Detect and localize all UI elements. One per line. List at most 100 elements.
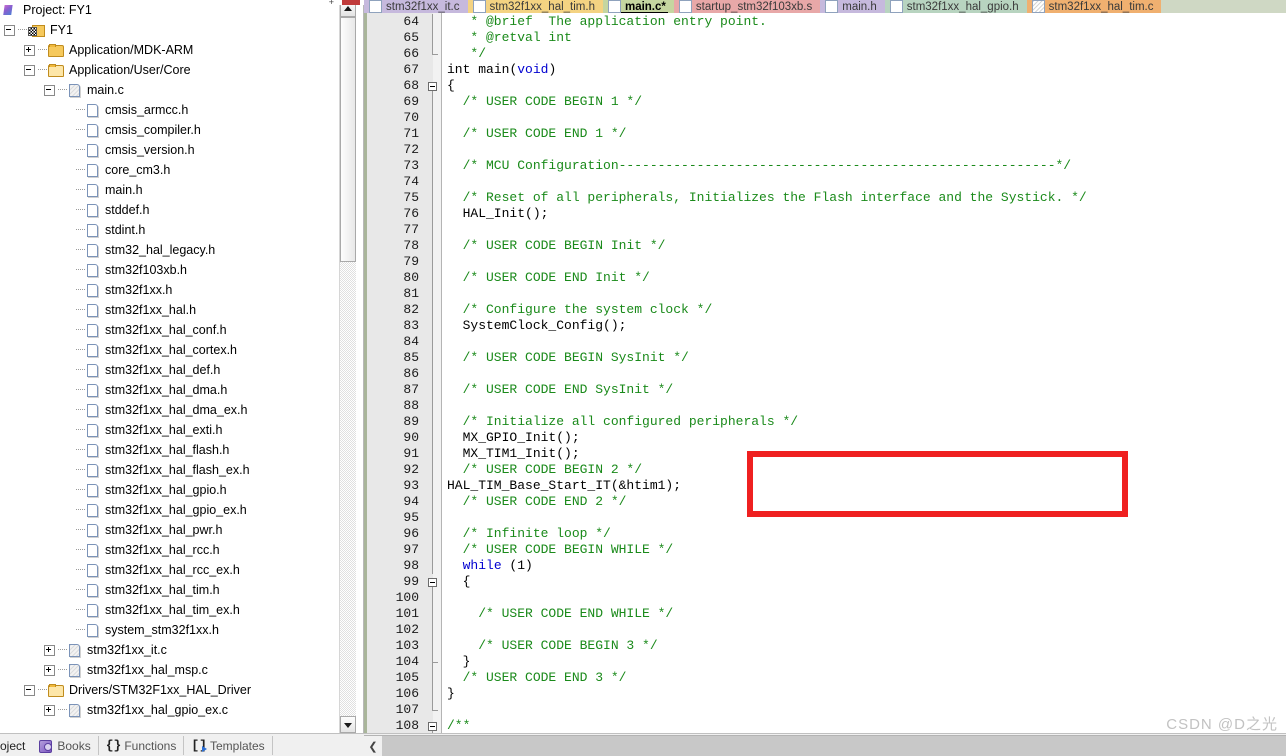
fold-indicator[interactable] <box>423 254 441 270</box>
code-line[interactable]: 71 /* USER CODE END 1 */ <box>367 126 1286 142</box>
tree-item[interactable]: stm32f103xb.h <box>0 260 340 280</box>
code-text[interactable]: * @retval int <box>441 30 1286 46</box>
tree-item[interactable]: stm32f1xx_hal_gpio_ex.h <box>0 500 340 520</box>
fold-indicator[interactable] <box>423 270 441 286</box>
code-text[interactable]: MX_GPIO_Init(); <box>441 430 1286 446</box>
code-line[interactable]: 70 <box>367 110 1286 126</box>
code-line[interactable]: 99 { <box>367 574 1286 590</box>
tree-item[interactable]: stm32f1xx_hal_dma.h <box>0 380 340 400</box>
fold-indicator[interactable] <box>423 222 441 238</box>
code-text[interactable]: MX_TIM1_Init(); <box>441 446 1286 462</box>
code-lines[interactable]: 64 * @brief The application entry point.… <box>367 14 1286 733</box>
document-tab-main-h[interactable]: main.h <box>820 0 885 13</box>
code-text[interactable]: /* Reset of all peripherals, Initializes… <box>441 190 1286 206</box>
panel-tab-oject[interactable]: oject <box>0 736 32 755</box>
code-text[interactable] <box>441 142 1286 158</box>
code-text[interactable]: /* USER CODE BEGIN SysInit */ <box>441 350 1286 366</box>
code-line[interactable]: 78 /* USER CODE BEGIN Init */ <box>367 238 1286 254</box>
tree-item[interactable]: stm32f1xx_hal_pwr.h <box>0 520 340 540</box>
tree-item[interactable]: stm32f1xx_hal.h <box>0 300 340 320</box>
project-vertical-scrollbar[interactable] <box>339 0 356 733</box>
code-line[interactable]: 83 SystemClock_Config(); <box>367 318 1286 334</box>
code-text[interactable]: /* MCU Configuration--------------------… <box>441 158 1286 174</box>
code-text[interactable] <box>441 110 1286 126</box>
code-line[interactable]: 68 { <box>367 78 1286 94</box>
fold-collapse-icon[interactable] <box>428 578 437 587</box>
document-tab-stm32f1xx-hal-gpio-h[interactable]: stm32f1xx_hal_gpio.h <box>884 0 1027 13</box>
fold-indicator[interactable] <box>423 14 441 30</box>
code-line[interactable]: 66 */ <box>367 46 1286 62</box>
fold-indicator[interactable] <box>423 366 441 382</box>
scroll-left-button[interactable]: ❮ <box>364 736 382 756</box>
fold-indicator[interactable] <box>423 174 441 190</box>
panel-tab-functions[interactable]: {} Functions <box>99 736 185 755</box>
fold-indicator[interactable] <box>423 574 441 590</box>
code-line[interactable]: 100 <box>367 590 1286 606</box>
code-line[interactable]: 88 <box>367 398 1286 414</box>
project-panel-tabs[interactable]: oject Books{} Functions[] Templates <box>0 734 273 756</box>
tree-item[interactable]: stm32f1xx_it.c <box>0 640 340 660</box>
code-line[interactable]: 80 /* USER CODE END Init */ <box>367 270 1286 286</box>
code-line[interactable]: 79 <box>367 254 1286 270</box>
code-line[interactable]: 81 <box>367 286 1286 302</box>
collapse-toggle-icon[interactable] <box>24 684 35 696</box>
code-text[interactable]: int main(void) <box>441 62 1286 78</box>
fold-indicator[interactable] <box>423 638 441 654</box>
expand-toggle-icon[interactable] <box>44 664 55 676</box>
fold-collapse-icon[interactable] <box>428 82 437 91</box>
expand-toggle-icon[interactable] <box>44 644 55 656</box>
tree-item[interactable]: stm32f1xx_hal_flash_ex.h <box>0 460 340 480</box>
code-text[interactable]: /* USER CODE END WHILE */ <box>441 606 1286 622</box>
fold-indicator[interactable] <box>423 206 441 222</box>
document-tab-main-c[interactable]: main.c* <box>602 0 674 13</box>
fold-indicator[interactable] <box>423 158 441 174</box>
fold-indicator[interactable] <box>423 478 441 494</box>
code-text[interactable]: /* USER CODE BEGIN 3 */ <box>441 638 1286 654</box>
tree-item[interactable]: stm32f1xx_hal_rcc.h <box>0 540 340 560</box>
code-text[interactable]: /* USER CODE BEGIN WHILE */ <box>441 542 1286 558</box>
code-line[interactable]: 96 /* Infinite loop */ <box>367 526 1286 542</box>
code-line[interactable]: 95 <box>367 510 1286 526</box>
tree-item[interactable]: stdint.h <box>0 220 340 240</box>
code-line[interactable]: 72 <box>367 142 1286 158</box>
code-text[interactable]: /* Infinite loop */ <box>441 526 1286 542</box>
tree-item[interactable]: stm32f1xx_hal_tim.h <box>0 580 340 600</box>
fold-indicator[interactable] <box>423 46 441 62</box>
project-tree[interactable]: Project: FY1 FY1 Application/MDK-ARM Applic… <box>0 0 340 733</box>
fold-indicator[interactable] <box>423 62 441 78</box>
code-line[interactable]: 98 while (1) <box>367 558 1286 574</box>
code-line[interactable]: 97 /* USER CODE BEGIN WHILE */ <box>367 542 1286 558</box>
tree-item[interactable]: main.h <box>0 180 340 200</box>
code-text[interactable] <box>441 366 1286 382</box>
document-tab-stm32f1xx-hal-tim-h[interactable]: stm32f1xx_hal_tim.h <box>467 0 603 13</box>
code-text[interactable]: { <box>441 574 1286 590</box>
code-text[interactable] <box>441 174 1286 190</box>
code-text[interactable]: } <box>441 654 1286 670</box>
code-text[interactable]: /* USER CODE BEGIN 2 */ <box>441 462 1286 478</box>
fold-indicator[interactable] <box>423 494 441 510</box>
document-tab-stm32f1xx-hal-tim-c[interactable]: stm32f1xx_hal_tim.c <box>1026 0 1162 13</box>
code-line[interactable]: 65 * @retval int <box>367 30 1286 46</box>
code-text[interactable] <box>441 334 1286 350</box>
expand-toggle-icon[interactable] <box>44 704 55 716</box>
collapse-toggle-icon[interactable] <box>4 24 15 36</box>
code-text[interactable] <box>441 222 1286 238</box>
fold-indicator[interactable] <box>423 622 441 638</box>
tree-item[interactable]: Application/MDK-ARM <box>0 40 340 60</box>
code-line[interactable]: 91 MX_TIM1_Init(); <box>367 446 1286 462</box>
document-tab-bar[interactable]: stm32f1xx_it.c stm32f1xx_hal_tim.h main.c*… <box>364 0 1286 13</box>
fold-collapse-icon[interactable] <box>428 722 437 731</box>
code-line[interactable]: 73 /* MCU Configuration-----------------… <box>367 158 1286 174</box>
hscrollbar-thumb[interactable] <box>382 736 1282 756</box>
code-line[interactable]: 84 <box>367 334 1286 350</box>
code-line[interactable]: 77 <box>367 222 1286 238</box>
tree-item[interactable]: stm32f1xx_hal_rcc_ex.h <box>0 560 340 580</box>
code-line[interactable]: 101 /* USER CODE END WHILE */ <box>367 606 1286 622</box>
fold-indicator[interactable] <box>423 382 441 398</box>
tree-item[interactable]: stm32f1xx_hal_flash.h <box>0 440 340 460</box>
tree-item[interactable]: stm32f1xx_hal_gpio.h <box>0 480 340 500</box>
code-line[interactable]: 92 /* USER CODE BEGIN 2 */ <box>367 462 1286 478</box>
code-text[interactable]: /** <box>441 718 1286 733</box>
fold-indicator[interactable] <box>423 510 441 526</box>
tree-item[interactable]: stm32f1xx.h <box>0 280 340 300</box>
